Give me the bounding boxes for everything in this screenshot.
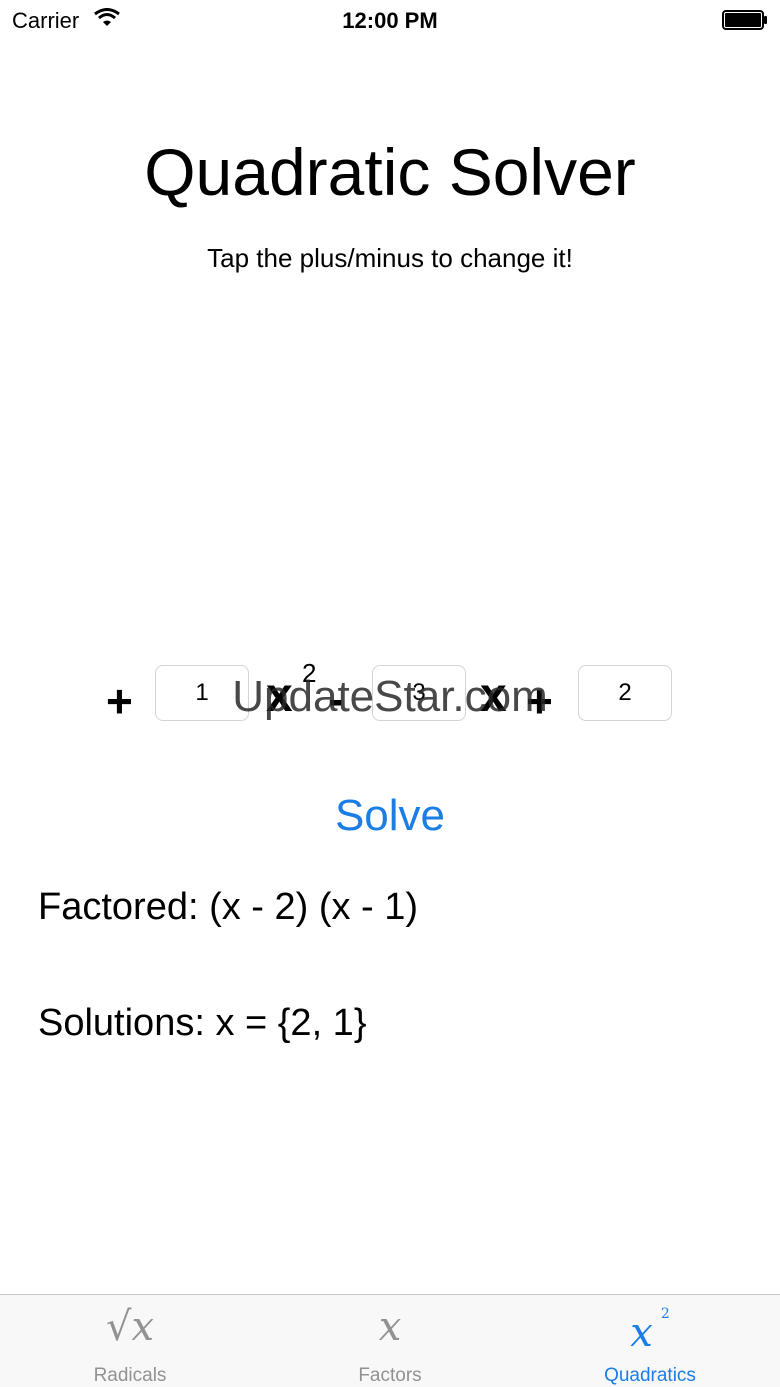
tab-factors[interactable]: x Factors xyxy=(260,1295,520,1387)
x-squared-icon-base: x xyxy=(630,1310,653,1356)
battery-icon xyxy=(722,10,767,30)
clock: 12:00 PM xyxy=(342,8,438,33)
coefficient-b-input[interactable] xyxy=(372,665,466,721)
status-bar: Carrier 12:00 PM xyxy=(0,0,780,40)
tab-radicals[interactable]: √x Radicals xyxy=(0,1295,260,1387)
sign-a-toggle[interactable]: + xyxy=(106,678,133,724)
x-term: x xyxy=(480,669,507,722)
x-squared-term: x xyxy=(266,669,293,722)
x-squared-icon: x2 xyxy=(520,1307,780,1353)
solutions-result: Solutions: x = {2, 1} xyxy=(38,1002,367,1044)
factored-result: Factored: (x - 2) (x - 1) xyxy=(38,886,419,928)
tab-radicals-label: Radicals xyxy=(93,1365,167,1386)
page-title: Quadratic Solver xyxy=(144,135,636,209)
tab-quadratics-label: Quadratics xyxy=(604,1365,696,1386)
sign-c-toggle[interactable]: + xyxy=(526,678,553,724)
page-subtitle: Tap the plus/minus to change it! xyxy=(207,243,573,273)
coefficient-a-input[interactable] xyxy=(155,665,249,721)
tab-factors-label: Factors xyxy=(358,1365,422,1386)
solve-button[interactable]: Solve xyxy=(290,788,490,844)
coefficient-c-input[interactable] xyxy=(578,665,672,721)
x-icon: x xyxy=(378,1304,402,1350)
sign-b-toggle[interactable]: - xyxy=(328,676,343,722)
exponent-label: 2 xyxy=(302,658,317,688)
tab-quadratics[interactable]: x2 Quadratics xyxy=(520,1295,780,1387)
x-squared-icon-exponent: 2 xyxy=(660,1306,670,1322)
tab-bar: √x Radicals x Factors x2 Quadratics xyxy=(0,1294,780,1387)
sqrt-x-icon: √x xyxy=(105,1304,155,1350)
